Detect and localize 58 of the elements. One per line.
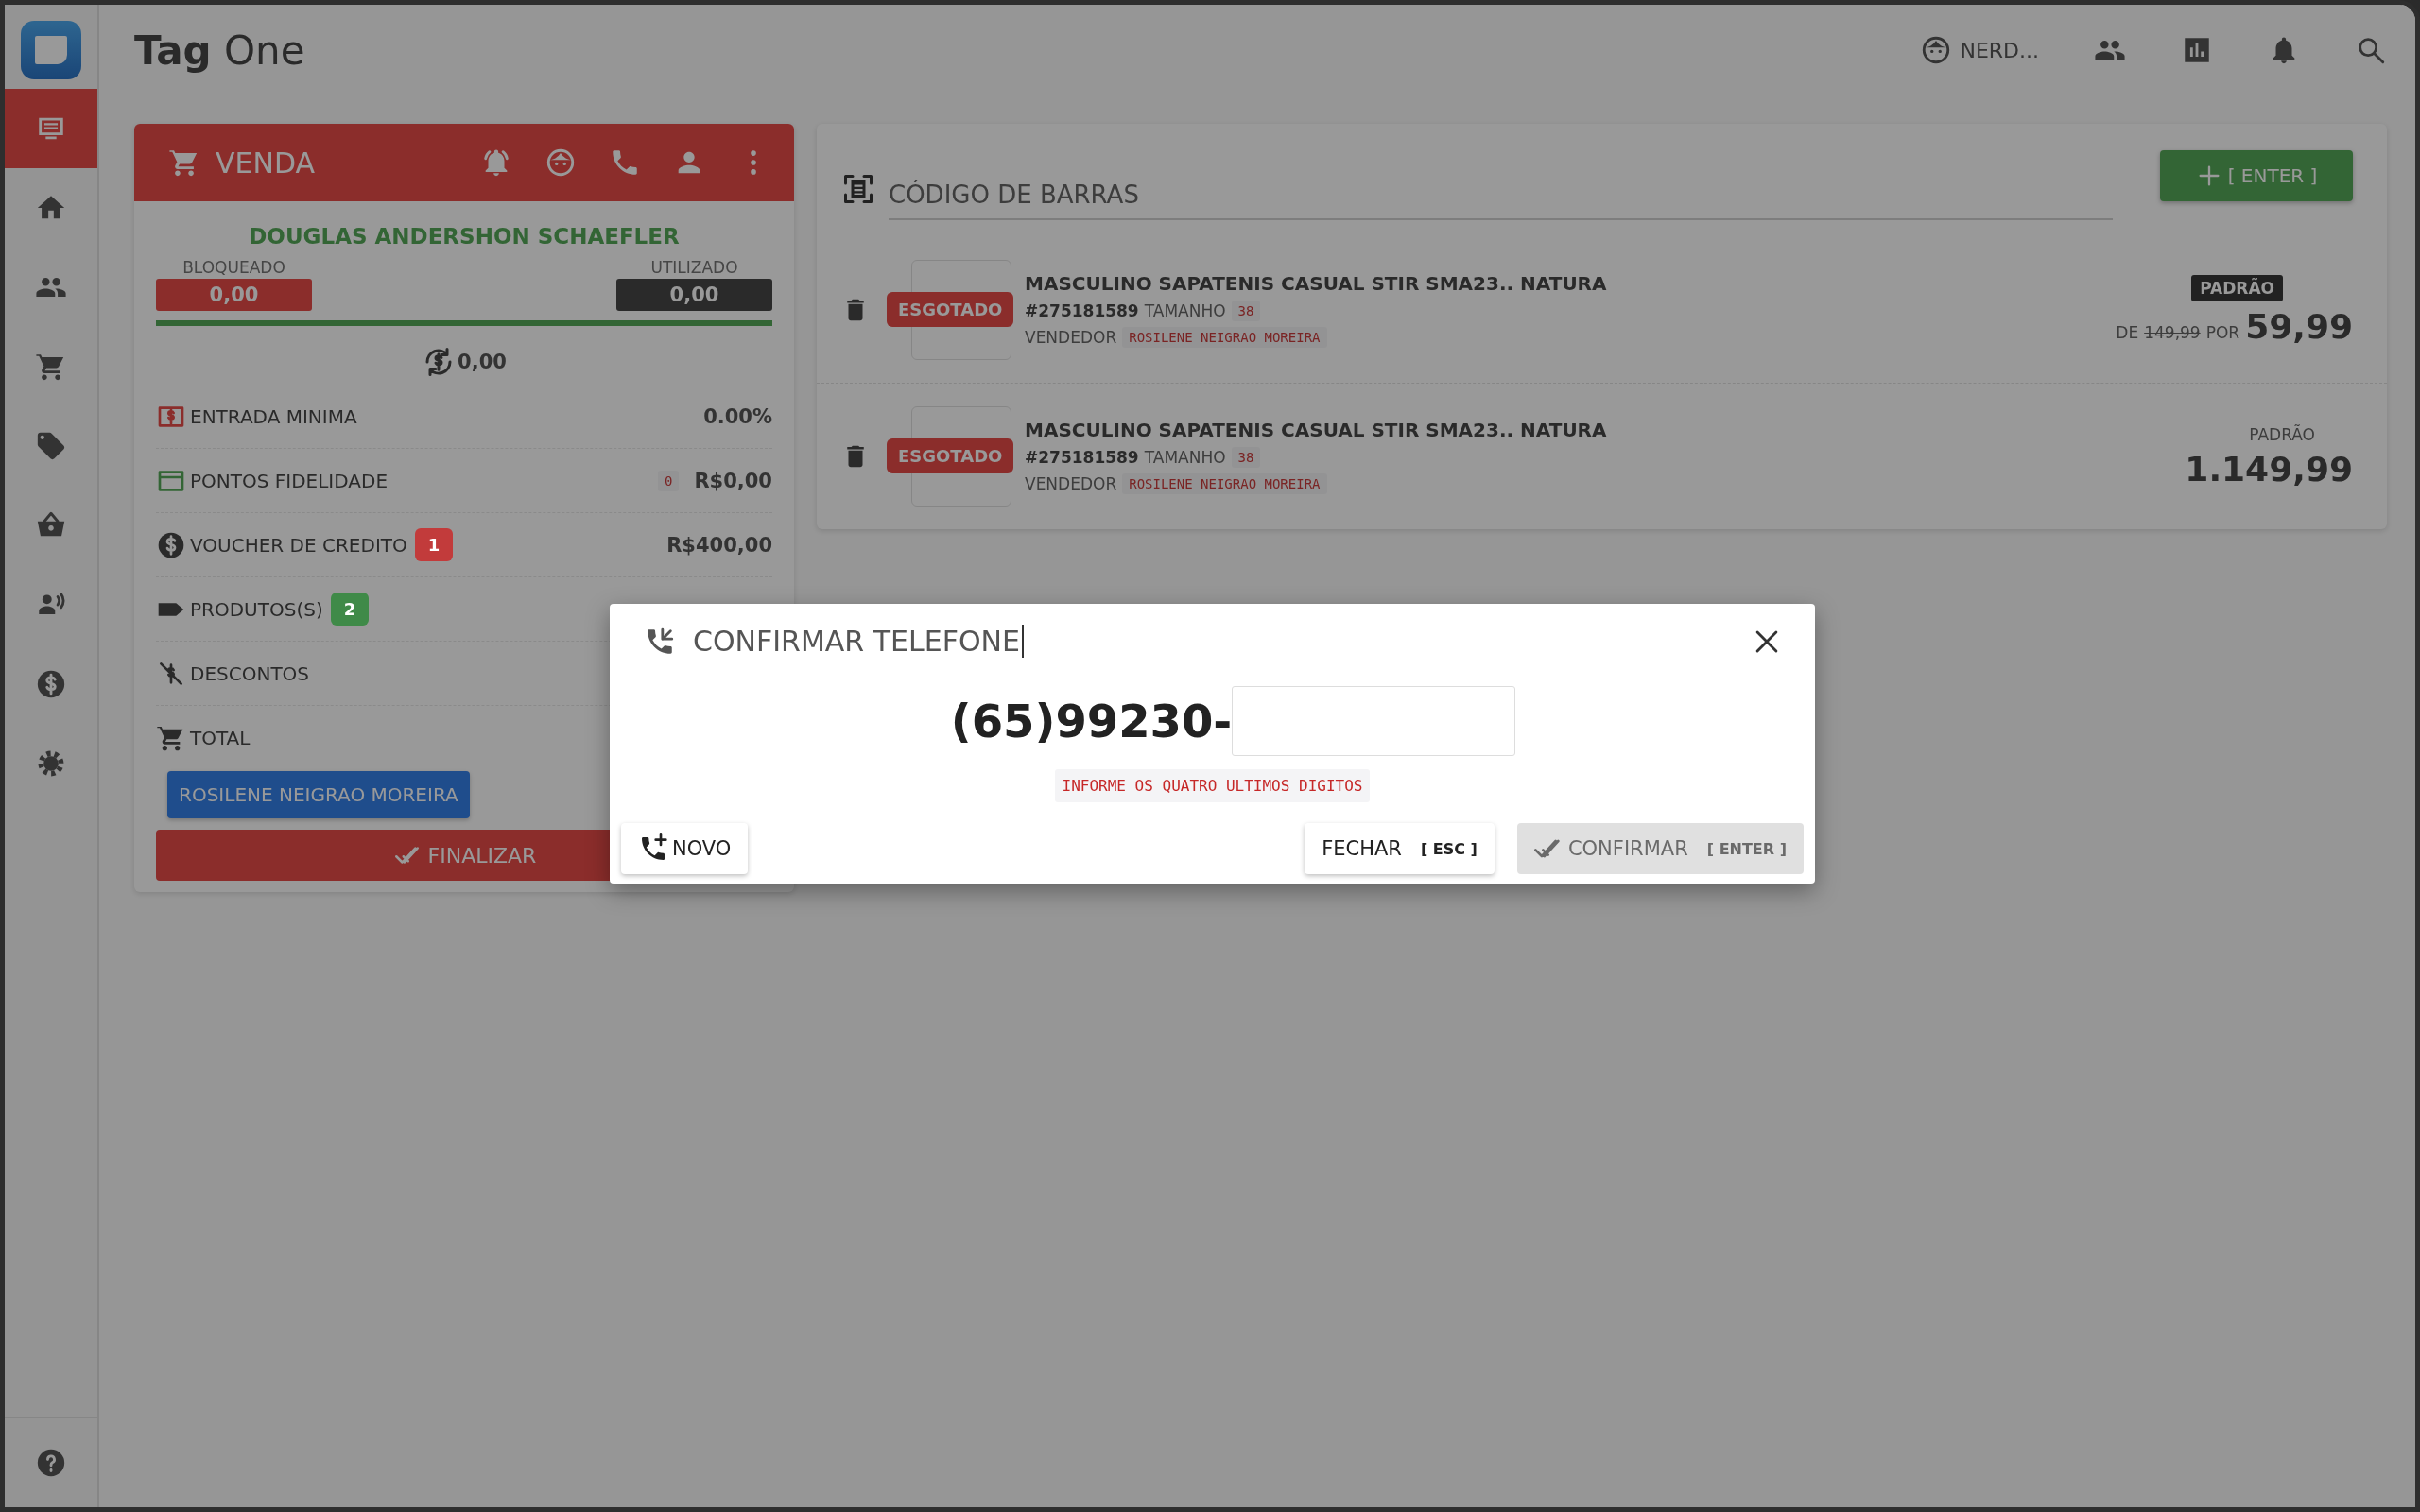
by-label: POR — [2205, 322, 2240, 342]
customer-name: DOUGLAS ANDERSHON SCHAEFLER — [248, 224, 681, 249]
old-price: 149,99 — [2144, 322, 2201, 342]
from-label: DE — [2116, 322, 2139, 342]
product-name: MASCULINO SAPATENIS CASUAL STIR SMA23.. NATURA — [1025, 272, 1607, 295]
dollar-icon — [35, 668, 67, 700]
sidebar-item[interactable] — [5, 89, 97, 168]
summary-value: 0.00% — [703, 404, 772, 428]
summary-label: PRODUTOS(S) — [190, 597, 323, 621]
phone-prefix: (65)99230- — [950, 695, 1233, 747]
cashback-value: 0,00 — [458, 351, 507, 373]
summary-label: VOUCHER DE CREDITO — [190, 533, 407, 557]
product-code: #275181589 — [1025, 448, 1139, 467]
summary-label: DESCONTOS — [190, 662, 310, 685]
price: 1.149,99 — [2185, 449, 2353, 489]
price-table-label: PADRÃO — [2191, 274, 2283, 301]
blocked-value: 0,00 — [156, 279, 312, 311]
face-icon[interactable] — [544, 146, 577, 179]
dialog-title: CONFIRMAR TELEFONE — [693, 625, 1024, 658]
used-value: 0,00 — [616, 279, 772, 311]
product-name: MASCULINO SAPATENIS CASUAL STIR SMA23.. NATURA — [1025, 419, 1607, 441]
hint-text: INFORME OS QUATRO ULTIMOS DIGITOS — [1054, 769, 1371, 802]
seller-label: VENDEDOR — [1025, 474, 1117, 493]
sale-title: VENDA — [216, 146, 315, 180]
price: 59,99 — [2245, 306, 2353, 346]
points-code: 0 — [657, 470, 680, 491]
status-badge: ESGOTADO — [887, 438, 1014, 473]
count-badge: 2 — [330, 593, 370, 626]
seller-name: ROSILENE NEIGRAO MOREIRA — [1122, 473, 1327, 494]
help-icon — [35, 1447, 67, 1479]
seller-button[interactable]: ROSILENE NEIGRAO MOREIRA — [167, 771, 470, 818]
summary-value: R$0,00 — [694, 469, 772, 492]
status-badge: ESGOTADO — [887, 292, 1014, 327]
size-value: 38 — [1231, 447, 1261, 468]
size-label: TAMANHO — [1144, 448, 1226, 467]
user-menu-button[interactable]: NERD... — [1920, 34, 2039, 66]
seller-label: VENDEDOR — [1025, 328, 1117, 347]
app-title: Tag One — [134, 26, 305, 74]
close-button[interactable]: FECHAR [ ESC ] — [1305, 823, 1495, 874]
price-table-label: PADRÃO — [2249, 424, 2315, 444]
barcode-field[interactable]: CÓDIGO DE BARRAS — [889, 158, 2113, 220]
size-value: 38 — [1231, 301, 1261, 321]
tag-icon — [35, 430, 67, 462]
summary-label: TOTAL — [190, 726, 251, 749]
summary-label: PONTOS FIDELIDADE — [190, 469, 389, 492]
add-button[interactable]: [ ENTER ] — [2160, 150, 2353, 201]
product-code: #275181589 — [1025, 301, 1139, 320]
app-logo — [21, 21, 81, 79]
blocked-label: BLOQUEADO — [182, 258, 285, 277]
new-button[interactable]: NOVO — [621, 823, 749, 874]
barcode-scan-icon — [841, 172, 875, 206]
summary-label: ENTRADA MINIMA — [190, 404, 357, 428]
used-label: UTILIZADO — [650, 258, 738, 277]
digits-field[interactable] — [1232, 686, 1516, 756]
count-badge: 1 — [414, 528, 454, 561]
size-label: TAMANHO — [1144, 301, 1226, 320]
summary-value: R$400,00 — [666, 533, 772, 557]
seller-name: ROSILENE NEIGRAO MOREIRA — [1122, 327, 1327, 348]
